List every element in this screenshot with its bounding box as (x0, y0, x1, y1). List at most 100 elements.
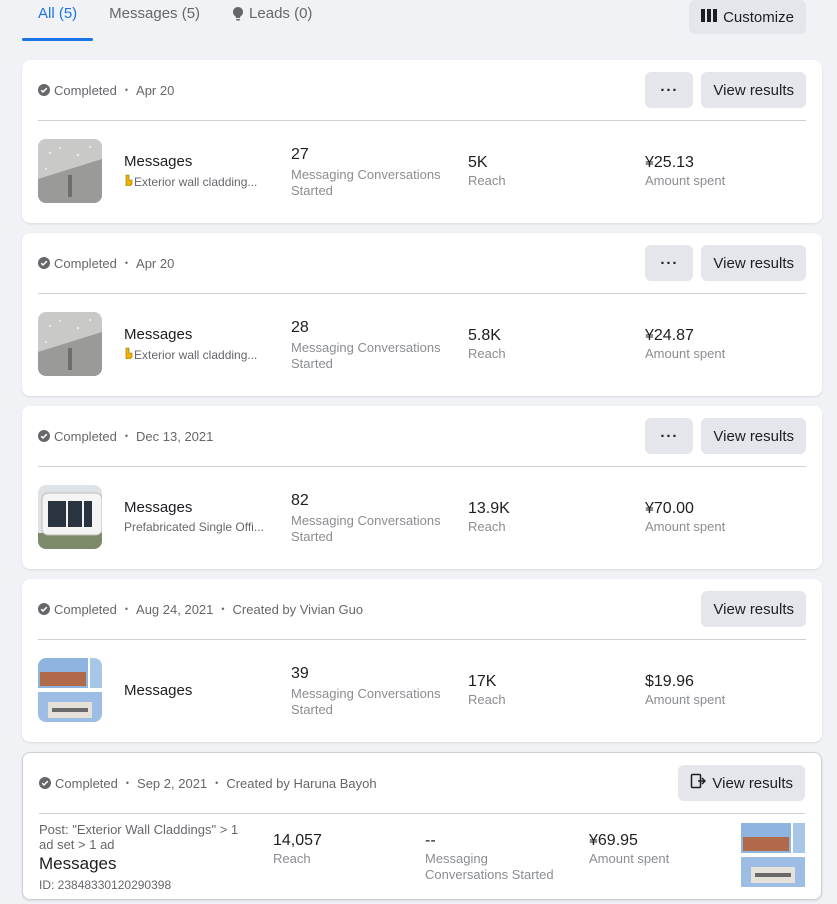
customize-button[interactable]: Customize (689, 0, 806, 34)
ad-thumbnail[interactable] (38, 485, 102, 549)
separator-dot: • (124, 258, 129, 268)
more-icon: ··· (660, 254, 679, 272)
metric-reach: 14,057 Reach (273, 831, 322, 867)
metric-conversations: -- Messaging Conversations Started (425, 831, 565, 883)
customize-label: Customize (723, 8, 794, 26)
card-body: Messages Exterior wall cladding... 28 Me… (38, 294, 806, 396)
metric-label: Reach (468, 173, 506, 188)
view-results-button[interactable]: View results (678, 765, 805, 801)
ad-result-card: Completed • Aug 24, 2021 • Created by Vi… (22, 579, 822, 742)
ad-thumbnail[interactable] (38, 312, 102, 376)
check-circle-icon (38, 257, 50, 269)
card-body: Messages 39 Messaging Conversations Star… (38, 640, 806, 742)
view-results-button[interactable]: View results (701, 72, 806, 108)
card-header: Completed • Apr 20 ··· View results (38, 233, 806, 294)
separator-dot: • (215, 778, 219, 788)
check-circle-icon (38, 84, 50, 96)
metric-value: 5.8K (468, 327, 501, 344)
card-header: Completed • Apr 20 ··· View results (38, 60, 806, 121)
metric-reach: 5.8K Reach (468, 326, 506, 362)
ad-name[interactable]: Messages (124, 326, 192, 343)
ad-subtitle-text: Exterior wall cladding... (134, 347, 258, 362)
ad-thumbnail[interactable] (38, 658, 102, 722)
card-header: Completed • Dec 13, 2021 ··· View result… (38, 406, 806, 467)
view-results-button[interactable]: View results (701, 591, 806, 627)
tab-leads-label: Leads (0) (249, 5, 313, 22)
tab-messages-label: Messages (5) (109, 5, 201, 22)
separator-dot: • (124, 604, 129, 614)
view-results-button[interactable]: View results (701, 418, 806, 454)
card-body: Post: "Exterior Wall Claddings" > 1 ad s… (39, 814, 805, 899)
status-text: Completed (54, 82, 117, 98)
metric-value: 17K (468, 673, 497, 690)
ad-name[interactable]: Messages (124, 153, 192, 170)
created-by: Created by Vivian Guo (232, 601, 364, 617)
status-line: Completed • Aug 24, 2021 • Created by Vi… (38, 602, 363, 617)
metric-label: Amount spent (645, 346, 726, 361)
more-options-button[interactable]: ··· (645, 245, 694, 281)
metric-value: 28 (291, 319, 309, 336)
metric-value: ¥70.00 (645, 500, 694, 517)
columns-icon (701, 8, 718, 26)
metric-label: Reach (273, 851, 311, 866)
status-date: Aug 24, 2021 (136, 601, 214, 617)
metric-value: $19.96 (645, 673, 694, 690)
separator-dot: • (221, 604, 225, 614)
ad-subtitle-text: Exterior wall cladding... (134, 174, 258, 189)
metric-reach: 13.9K Reach (468, 499, 510, 535)
metric-value: -- (425, 832, 436, 849)
metric-reach: 5K Reach (468, 153, 506, 189)
metric-label: Messaging Conversations Started (291, 686, 441, 717)
view-results-label: View results (713, 600, 794, 618)
status-line: Completed • Dec 13, 2021 (38, 429, 213, 444)
check-circle-icon (38, 603, 50, 615)
ad-name[interactable]: Messages (124, 682, 192, 699)
metric-label: Reach (468, 692, 506, 707)
view-results-button[interactable]: View results (701, 245, 806, 281)
ad-subtitle-text: Prefabricated Single Offi... (124, 520, 264, 534)
tab-all-label: All (5) (38, 5, 78, 22)
metric-amount-spent: ¥25.13 Amount spent (645, 153, 725, 189)
metric-amount-spent: $19.96 Amount spent (645, 672, 725, 708)
status-text: Completed (54, 428, 117, 444)
metric-label: Reach (468, 519, 506, 534)
more-options-button[interactable]: ··· (645, 418, 694, 454)
tab-messages[interactable]: Messages (5) (109, 0, 200, 42)
view-results-label: View results (713, 81, 794, 99)
metric-label: Messaging Conversations Started (291, 513, 441, 544)
check-circle-icon (39, 777, 51, 789)
tab-leads[interactable]: Leads (0) (232, 0, 312, 42)
ad-name[interactable]: Messages (124, 499, 192, 516)
metric-amount-spent: ¥24.87 Amount spent (645, 326, 725, 362)
metric-value: 14,057 (273, 832, 322, 849)
ad-result-card: Completed • Apr 20 ··· View results Mess… (22, 60, 822, 223)
status-text: Completed (54, 255, 117, 271)
ad-thumbnail[interactable] (38, 139, 102, 203)
filter-tabs: All (5) Messages (5) Leads (0) (22, 0, 344, 42)
separator-dot: • (124, 85, 129, 95)
more-options-button[interactable]: ··· (645, 72, 694, 108)
ad-id: ID: 23848330120290398 (39, 878, 172, 892)
metric-value: 13.9K (468, 500, 510, 517)
ad-subtitle: Exterior wall cladding... (124, 174, 264, 189)
metric-label: Amount spent (645, 173, 726, 188)
ad-name[interactable]: Messages (39, 854, 116, 874)
ad-subtitle: Exterior wall cladding... (124, 347, 264, 362)
check-circle-icon (38, 430, 50, 442)
metric-label: Messaging Conversations Started (291, 167, 441, 198)
metric-value: 5K (468, 154, 488, 171)
metric-value: ¥69.95 (589, 832, 638, 849)
status-line: Completed • Sep 2, 2021 • Created by Har… (39, 776, 377, 791)
status-text: Completed (54, 601, 117, 617)
metric-amount-spent: ¥70.00 Amount spent (645, 499, 725, 535)
metric-reach: 17K Reach (468, 672, 506, 708)
card-body: Messages Prefabricated Single Offi... 82… (38, 467, 806, 569)
ad-thumbnail[interactable] (741, 823, 805, 887)
ad-result-card: Completed • Dec 13, 2021 ··· View result… (22, 406, 822, 569)
tab-all[interactable]: All (5) (22, 0, 94, 42)
separator-dot: • (124, 431, 129, 441)
view-results-label: View results (712, 774, 793, 792)
metric-conversations: 39 Messaging Conversations Started (291, 664, 451, 718)
status-date: Apr 20 (136, 82, 175, 98)
metric-amount-spent: ¥69.95 Amount spent (589, 831, 669, 867)
